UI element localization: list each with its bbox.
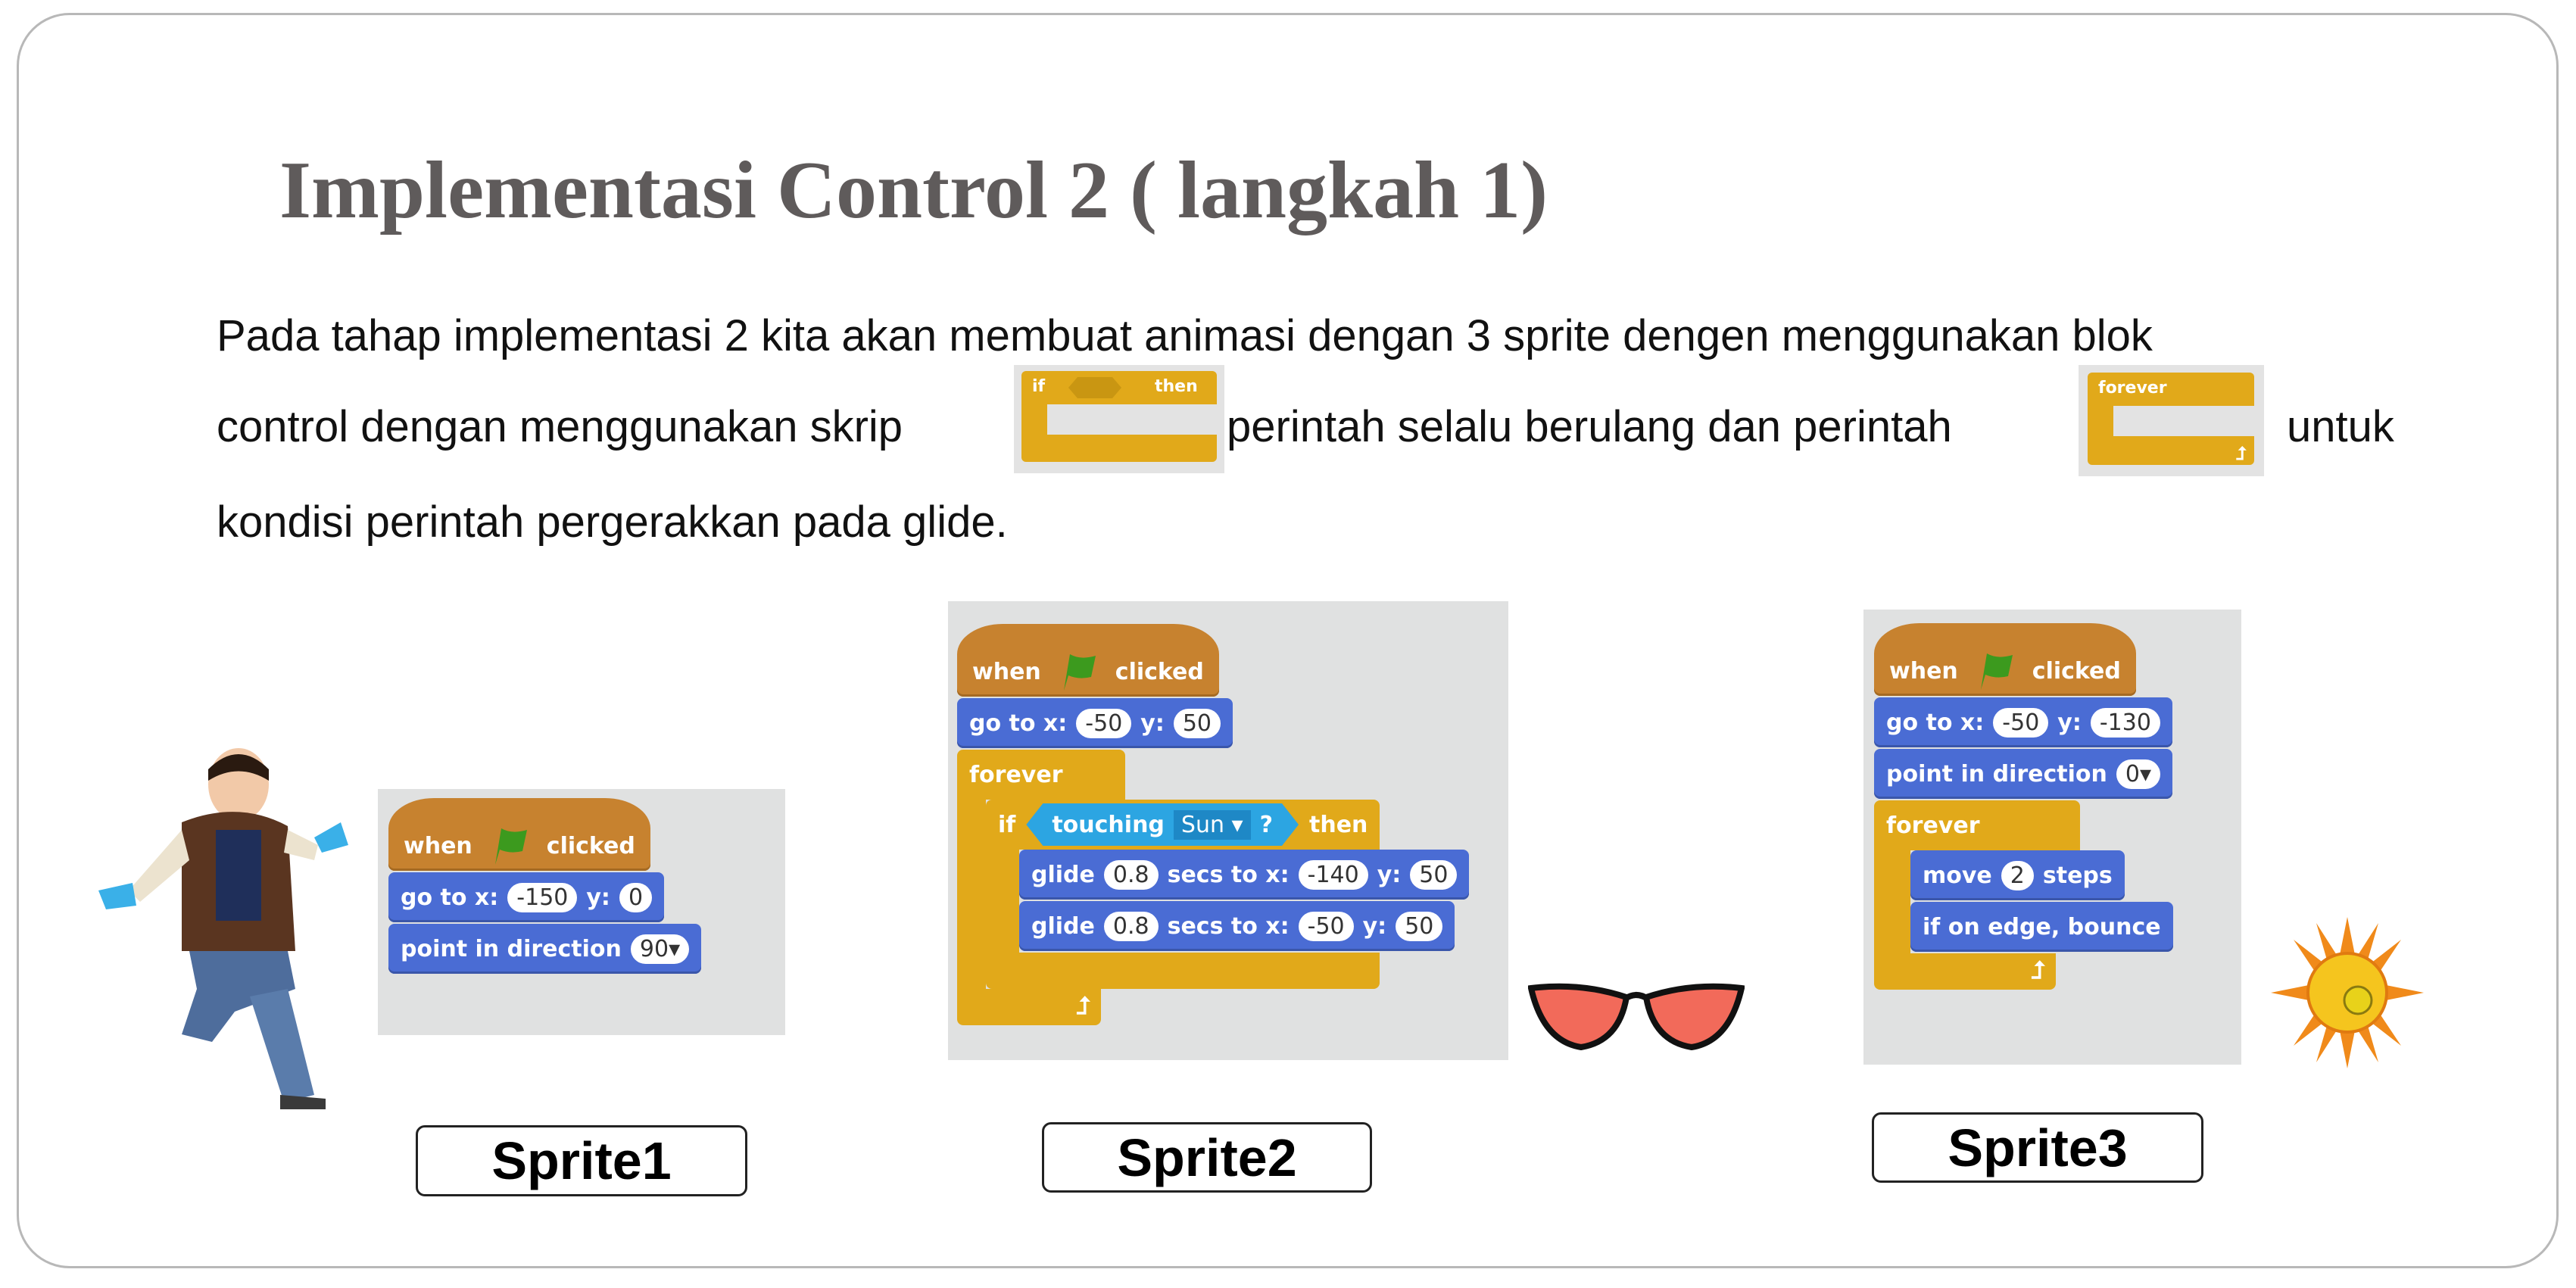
sprite3-sun-image: [2271, 917, 2424, 1068]
forever-label: forever: [1886, 812, 1980, 839]
green-flag-icon: [494, 828, 527, 865]
when-label: when: [1889, 657, 1958, 685]
move-label: move: [1923, 862, 1992, 889]
y-label: y:: [1377, 861, 1402, 888]
steps-input[interactable]: 2: [2001, 860, 2034, 890]
loop-arrow-icon: ⮥: [1076, 991, 1090, 1020]
glide-block-1[interactable]: glide 0.8 secs to x: -140 y: 50: [1019, 850, 1470, 900]
when-label: when: [972, 658, 1041, 685]
clicked-label: clicked: [1115, 658, 1204, 685]
glide-label: glide: [1031, 861, 1095, 888]
if-then-block-image: if then: [1014, 365, 1224, 473]
x-input[interactable]: -150: [507, 882, 578, 912]
secs-to-x-label: secs to x:: [1167, 861, 1290, 888]
if-label: if: [998, 811, 1016, 838]
sprite1-label: Sprite1: [416, 1125, 747, 1196]
y-input[interactable]: 50: [1173, 708, 1221, 738]
paragraph-line-3: kondisi perintah pergerakkan pada glide.: [217, 497, 1008, 547]
when-label: when: [404, 832, 472, 859]
y-input[interactable]: -130: [2090, 707, 2160, 738]
sprite1-person-image: [98, 748, 348, 1109]
move-steps-block[interactable]: move 2 steps: [1910, 850, 2125, 900]
go-to-xy-block[interactable]: go to x: -150 y: 0: [388, 872, 665, 922]
green-flag-icon: [1063, 654, 1096, 691]
y-label: y:: [1362, 912, 1387, 940]
dropdown-arrow-icon: ▾: [669, 935, 681, 962]
x-input[interactable]: -50: [1993, 707, 2049, 738]
point-in-direction-label: point in direction: [401, 935, 622, 962]
y-label: y:: [2057, 709, 2082, 736]
direction-dropdown[interactable]: 90▾: [630, 934, 690, 964]
touching-target-value: Sun: [1180, 811, 1224, 838]
sprite2-glasses-image: [1528, 983, 1745, 1051]
green-flag-icon: [1980, 653, 2013, 690]
if-then-block[interactable]: if touching Sun ▾ ? then glide 0.8 secs …: [986, 800, 1470, 989]
sprite1-script: when clicked go to x: -150 y: 0 point in…: [378, 789, 785, 1035]
bounce-label: if on edge, bounce: [1923, 913, 2161, 940]
clicked-label: clicked: [2032, 657, 2121, 685]
sprite3-script: when clicked go to x: -50 y: -130 point …: [1863, 610, 2241, 1065]
go-to-xy-block[interactable]: go to x: -50 y: -130: [1874, 697, 2172, 747]
glide-label: glide: [1031, 912, 1095, 940]
if-label: if: [1032, 377, 1046, 396]
secs-input[interactable]: 0.8: [1103, 911, 1159, 941]
paragraph-line-2c: untuk: [2287, 402, 2394, 451]
paragraph-line-2a: control dengan menggunakan skrip: [217, 402, 903, 451]
forever-block-image: forever ⮥: [2079, 365, 2264, 476]
touching-label: touching: [1052, 811, 1165, 838]
sprite2-label: Sprite2: [1042, 1122, 1372, 1193]
bounce-block[interactable]: if on edge, bounce: [1910, 902, 2173, 952]
forever-label: forever: [969, 761, 1063, 788]
x-input[interactable]: -50: [1076, 708, 1132, 738]
forever-block[interactable]: forever if touching Sun ▾ ? then glide 0…: [957, 750, 1470, 1025]
then-label: then: [1155, 377, 1198, 396]
go-to-x-label: go to x:: [1886, 709, 1985, 736]
slide-title: Implementasi Control 2 ( langkah 1): [279, 145, 1548, 235]
paragraph-line-1: Pada tahap implementasi 2 kita akan memb…: [217, 311, 2153, 360]
question-mark: ?: [1259, 811, 1274, 838]
condition-slot: [1068, 377, 1121, 398]
go-to-x-label: go to x:: [401, 884, 499, 911]
sprite2-script: when clicked go to x: -50 y: 50 forever …: [948, 601, 1508, 1060]
then-label: then: [1309, 811, 1368, 838]
direction-value: 90: [639, 935, 669, 962]
direction-dropdown[interactable]: 0▾: [2116, 759, 2161, 789]
dropdown-arrow-icon: ▾: [2139, 760, 2152, 787]
direction-value: 0: [2125, 760, 2140, 787]
point-in-direction-block[interactable]: point in direction 0▾: [1874, 749, 2173, 799]
when-flag-clicked-block[interactable]: when clicked: [1874, 623, 2136, 696]
touching-target-dropdown[interactable]: Sun ▾: [1174, 810, 1251, 840]
y-input[interactable]: 50: [1410, 859, 1458, 890]
steps-label: steps: [2042, 862, 2113, 889]
go-to-x-label: go to x:: [969, 709, 1068, 737]
when-flag-clicked-block[interactable]: when clicked: [388, 798, 650, 871]
y-label: y:: [1140, 709, 1165, 737]
paragraph-line-2b: perintah selalu berulang dan perintah: [1227, 402, 1952, 451]
sprite3-label: Sprite3: [1872, 1112, 2203, 1183]
when-flag-clicked-block[interactable]: when clicked: [957, 624, 1219, 697]
point-in-direction-block[interactable]: point in direction 90▾: [388, 924, 702, 974]
y-label: y:: [586, 884, 610, 911]
glide-block-2[interactable]: glide 0.8 secs to x: -50 y: 50: [1019, 901, 1455, 951]
x-input[interactable]: -50: [1298, 911, 1354, 941]
secs-to-x-label: secs to x:: [1167, 912, 1290, 940]
forever-label: forever: [2098, 379, 2167, 398]
forever-block[interactable]: forever move 2 steps if on edge, bounce …: [1874, 800, 2173, 990]
clicked-label: clicked: [546, 832, 635, 859]
touching-block[interactable]: touching Sun ▾ ?: [1026, 803, 1299, 846]
y-input[interactable]: 50: [1396, 911, 1443, 941]
y-input[interactable]: 0: [619, 882, 653, 912]
secs-input[interactable]: 0.8: [1103, 859, 1159, 890]
loop-arrow-icon: ⮥: [2031, 956, 2045, 984]
go-to-xy-block[interactable]: go to x: -50 y: 50: [957, 698, 1233, 748]
loop-arrow-icon: ⮥: [2235, 443, 2247, 464]
x-input[interactable]: -140: [1298, 859, 1368, 890]
point-in-direction-label: point in direction: [1886, 760, 2107, 787]
